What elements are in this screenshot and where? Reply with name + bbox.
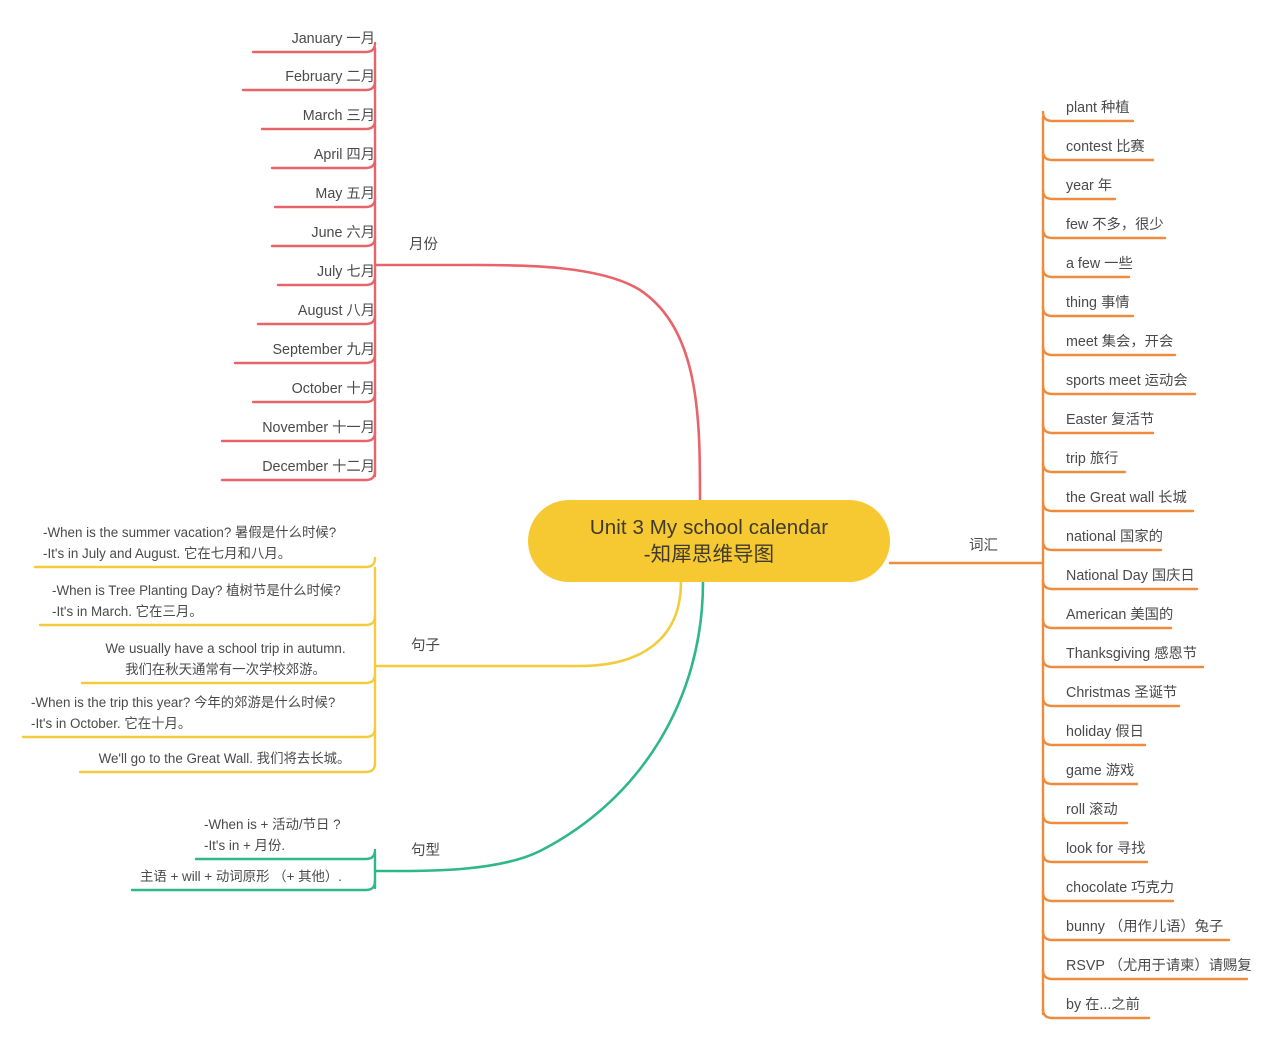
- root-title-line2: -知犀思维导图: [643, 543, 775, 566]
- sentence-leaf[interactable]: We'll go to the Great Wall. 我们将去长城。: [80, 748, 369, 769]
- vocab-leaf[interactable]: National Day 国庆日: [1066, 567, 1195, 586]
- month-leaf[interactable]: January 一月: [253, 30, 375, 49]
- vocab-leaf[interactable]: trip 旅行: [1066, 450, 1118, 469]
- month-leaf[interactable]: March 三月: [262, 107, 375, 126]
- mindmap-canvas: Unit 3 My school calendar -知犀思维导图 月份 词汇 …: [0, 0, 1269, 1041]
- wire-sentences: [398, 580, 683, 668]
- branch-label-patterns[interactable]: 句型: [411, 839, 440, 860]
- vocab-leaf[interactable]: look for 寻找: [1066, 840, 1145, 859]
- month-leaf[interactable]: July 七月: [278, 263, 375, 282]
- vocab-leaf[interactable]: RSVP （尤用于请柬）请赐复: [1066, 957, 1252, 976]
- month-leaf[interactable]: December 十二月: [222, 458, 375, 477]
- vocab-leaf[interactable]: few 不多，很少: [1066, 216, 1164, 235]
- vocab-leaf[interactable]: contest 比赛: [1066, 138, 1145, 157]
- month-leaf[interactable]: September 九月: [235, 341, 375, 360]
- wire-patterns: [398, 580, 705, 873]
- vocab-leaf[interactable]: Thanksgiving 感恩节: [1066, 645, 1197, 664]
- month-leaf[interactable]: May 五月: [275, 185, 375, 204]
- vocab-leaf[interactable]: roll 滚动: [1066, 801, 1118, 820]
- sentence-leaf[interactable]: -When is the trip this year? 今年的郊游是什么时候?…: [31, 692, 335, 734]
- root-node[interactable]: Unit 3 My school calendar -知犀思维导图: [528, 500, 890, 582]
- vocab-leaf[interactable]: thing 事情: [1066, 294, 1130, 313]
- vocab-leaf[interactable]: chocolate 巧克力: [1066, 879, 1174, 898]
- sentence-leaf[interactable]: We usually have a school trip in autumn.…: [82, 638, 369, 680]
- vocab-leaf[interactable]: a few 一些: [1066, 255, 1133, 274]
- branch-label-sentences[interactable]: 句子: [411, 634, 440, 655]
- vocab-leaf[interactable]: year 年: [1066, 177, 1112, 196]
- vocab-leaf[interactable]: game 游戏: [1066, 762, 1134, 781]
- vocab-leaf[interactable]: holiday 假日: [1066, 723, 1144, 742]
- month-leaf[interactable]: June 六月: [272, 224, 375, 243]
- root-title-line1: Unit 3 My school calendar: [589, 516, 829, 539]
- vocab-leaf[interactable]: plant 种植: [1066, 99, 1130, 118]
- vocab-leaf[interactable]: Christmas 圣诞节: [1066, 684, 1177, 703]
- branch-label-months[interactable]: 月份: [409, 233, 438, 254]
- pattern-leaf[interactable]: 主语 + will + 动词原形 （+ 其他）.: [140, 866, 342, 887]
- vocab-leaf[interactable]: national 国家的: [1066, 528, 1163, 547]
- month-leaf[interactable]: August 八月: [258, 302, 375, 321]
- vocab-leaf[interactable]: bunny （用作儿语）兔子: [1066, 918, 1223, 937]
- month-leaf[interactable]: October 十月: [253, 380, 375, 399]
- pattern-leaf[interactable]: -When is + 活动/节日 ? -It's in + 月份.: [204, 814, 341, 856]
- vocab-leaf[interactable]: the Great wall 长城: [1066, 489, 1187, 508]
- month-leaf[interactable]: April 四月: [272, 146, 375, 165]
- month-leaf[interactable]: February 二月: [243, 68, 375, 87]
- vocab-leaf[interactable]: American 美国的: [1066, 606, 1173, 625]
- vocab-leaf[interactable]: meet 集会，开会: [1066, 333, 1173, 352]
- vocab-leaf[interactable]: by 在...之前: [1066, 996, 1140, 1015]
- vocab-leaf[interactable]: Easter 复活节: [1066, 411, 1154, 430]
- vocab-leaf[interactable]: sports meet 运动会: [1066, 372, 1188, 391]
- sentence-leaf[interactable]: -When is the summer vacation? 暑假是什么时候? -…: [43, 522, 336, 564]
- sentence-leaf[interactable]: -When is Tree Planting Day? 植树节是什么时候? -I…: [52, 580, 341, 622]
- branch-label-vocab[interactable]: 词汇: [969, 534, 998, 555]
- month-leaf[interactable]: November 十一月: [222, 419, 375, 438]
- wire-months: [476, 263, 702, 502]
